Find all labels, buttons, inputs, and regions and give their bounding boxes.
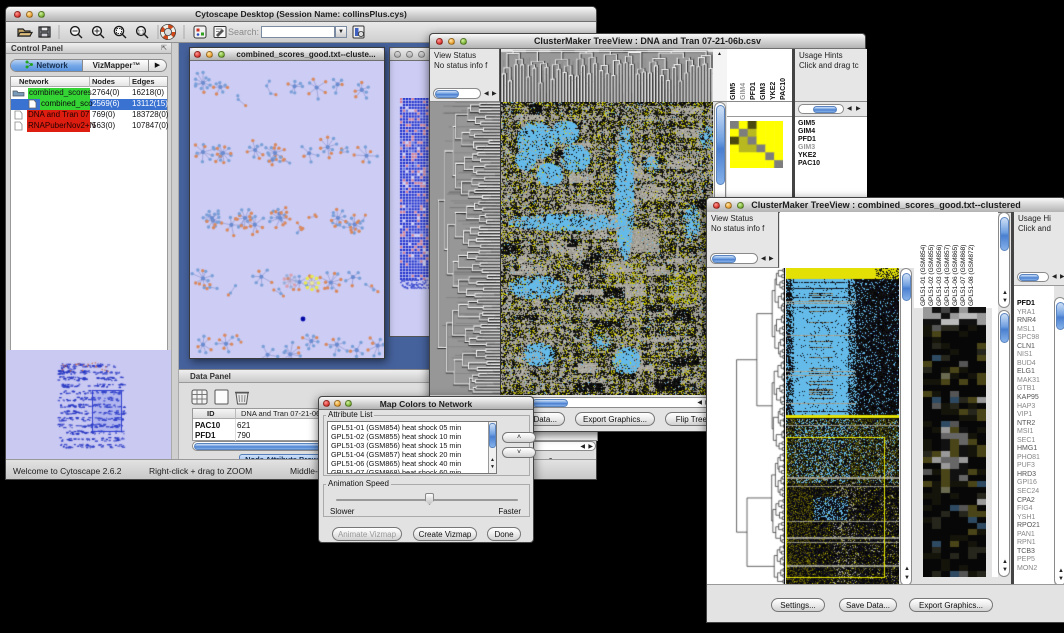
svg-text:1:1: 1:1	[138, 30, 145, 36]
